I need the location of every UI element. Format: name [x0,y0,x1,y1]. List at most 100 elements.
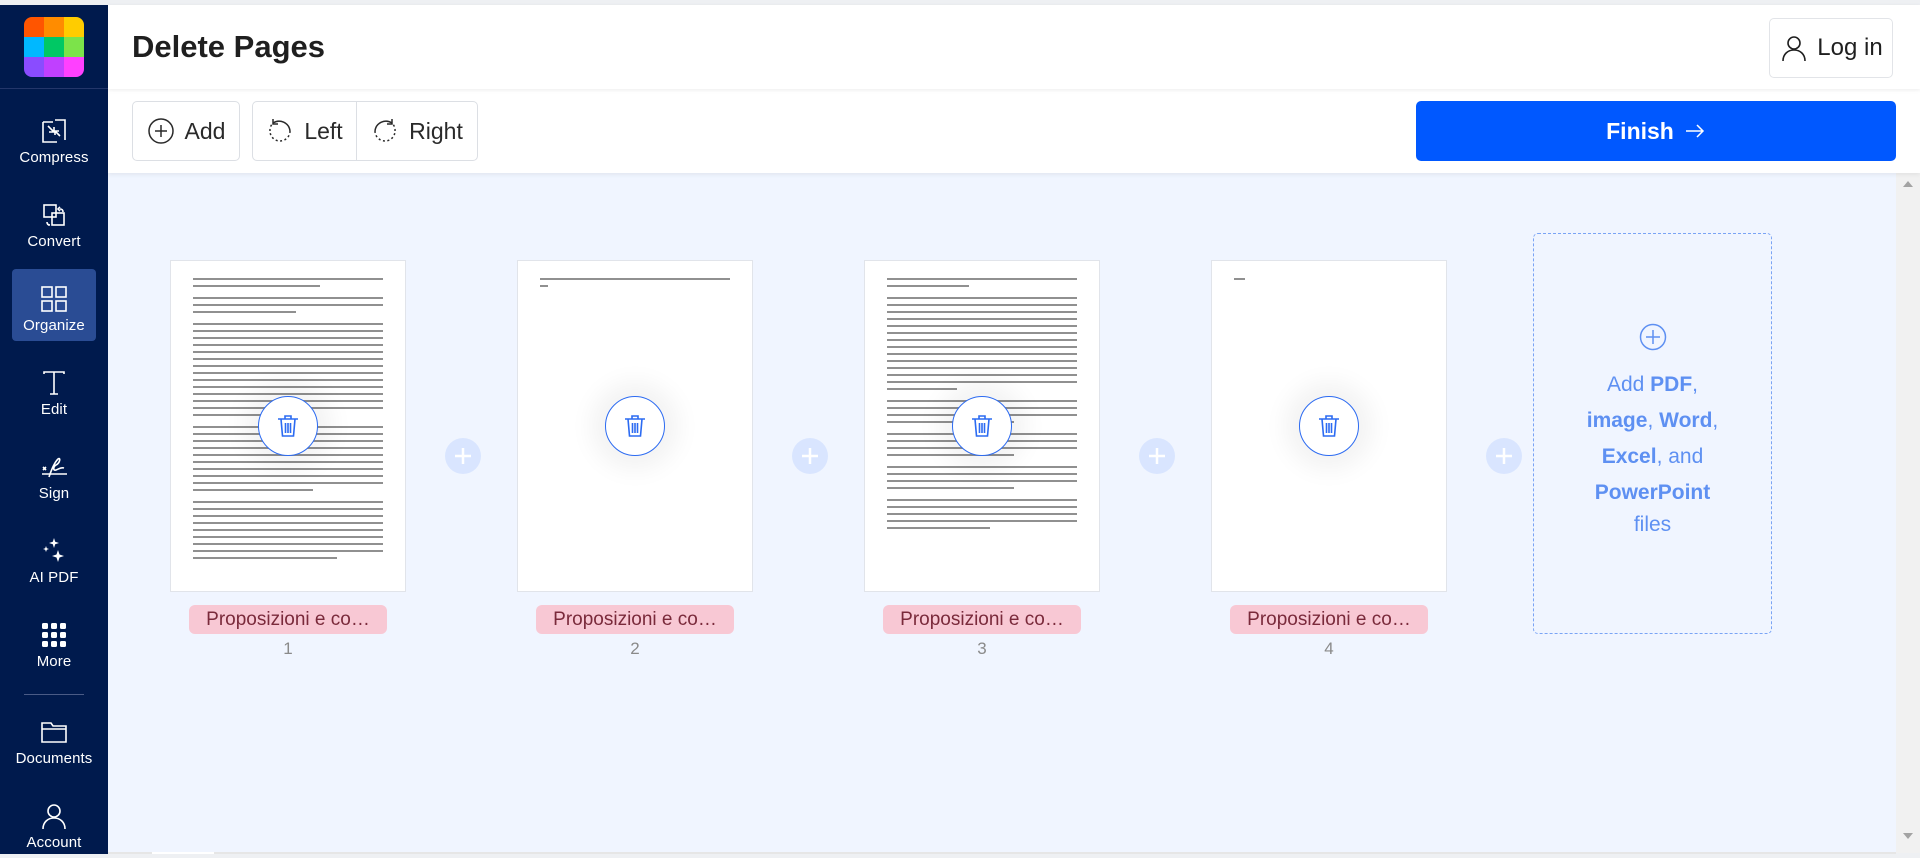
text-line [887,297,1077,299]
text-line [193,297,383,299]
arrow-right-icon [1685,124,1704,138]
insert-page-button[interactable] [1139,438,1175,474]
logo-tile [64,37,84,57]
text-line [887,346,1077,348]
rotate-right-label: Right [409,117,463,144]
scroll-down-arrow-icon[interactable] [1903,833,1913,839]
text-line [193,557,338,559]
dropzone-text-line: Add PDF, [1606,372,1699,396]
add-label: Add [184,117,226,144]
sidebar-item-label: More [36,653,72,670]
text-line [887,332,1077,334]
text-line [193,386,383,388]
plus-circle-icon [1639,323,1666,350]
dropzone-text-line: image, Word, [1586,408,1719,432]
dropzone-text-line: Excel, and [1601,444,1704,468]
text-line [193,285,321,287]
edit-text-icon [43,371,65,395]
login-label: Log in [1817,34,1883,61]
text-line [193,351,383,353]
sparkles-icon [43,538,64,562]
sidebar-separator [24,694,84,695]
text-line [193,372,383,374]
trash-icon [278,415,298,437]
plus-icon [455,448,471,464]
page-number: 2 [630,639,640,658]
text-line [1234,278,1246,280]
text-line [887,285,969,287]
delete-page-button[interactable] [605,396,665,456]
trash-icon [972,415,992,437]
toolbar: Add Left Right Finish [108,89,1920,173]
text-line [887,311,1077,313]
delete-page-button[interactable] [952,396,1012,456]
rotate-left-button[interactable]: Left [253,102,357,160]
delete-page-button[interactable] [1299,396,1359,456]
finish-button[interactable]: Finish [1416,101,1896,161]
text-line [193,550,383,552]
sidebar-item-ai-pdf[interactable]: AI PDF [12,521,96,593]
text-line [887,466,1077,468]
sidebar-item-organize[interactable]: Organize [12,269,96,341]
scroll-up-arrow-icon[interactable] [1903,181,1913,187]
text-line [887,499,1077,501]
text-line [193,543,383,545]
login-button[interactable]: Log in [1769,18,1893,78]
text-line [193,522,383,524]
text-line [887,527,990,529]
text-line [887,278,1077,280]
app-logo[interactable] [24,17,84,77]
logo-tile [64,57,84,77]
text-line [887,325,1077,327]
text-line [887,318,1077,320]
sidebar-item-documents[interactable]: Documents [12,702,96,774]
plus-icon [1149,448,1165,464]
signature-icon [42,457,67,478]
sidebar-item-account[interactable]: Account [12,786,96,858]
sidebar-item-compress[interactable]: Compress [12,101,96,173]
text-line [887,487,1015,489]
logo-tile [64,17,84,37]
logo-tile [44,37,64,57]
sidebar-item-convert[interactable]: Convert [12,185,96,257]
delete-page-button[interactable] [258,396,318,456]
text-line [887,339,1077,341]
text-line [887,513,1077,515]
grid-dots-icon [42,623,66,647]
text-line [887,480,1077,482]
page-number: 1 [283,639,293,658]
text-line [887,506,1077,508]
add-file-button[interactable]: Add [132,101,240,161]
text-line [193,475,383,477]
page-content [540,273,730,287]
sidebar-item-label: Account [26,834,82,851]
organize-icon [41,286,67,312]
text-line [193,515,383,517]
text-line [193,358,383,360]
page-content [1234,273,1424,280]
text-line [193,482,383,484]
user-icon [1782,36,1807,62]
text-line [887,520,1077,522]
trash-icon [1319,415,1339,437]
plus-icon [1496,448,1512,464]
insert-page-button[interactable] [445,438,481,474]
text-line [193,468,383,470]
sidebar-item-edit[interactable]: Edit [12,353,96,425]
insert-page-button[interactable] [792,438,828,474]
sidebar-item-more[interactable]: More [12,605,96,677]
file-name-badge: Proposizioni e co… [189,605,387,634]
text-line [193,393,383,395]
insert-page-button[interactable] [1486,438,1522,474]
dropzone-text-line: files [1633,512,1672,536]
convert-icon [43,204,65,226]
vertical-scrollbar[interactable] [1896,173,1920,853]
file-name-badge: Proposizioni e co… [536,605,734,634]
page-number: 4 [1324,639,1334,658]
text-line [887,353,1077,355]
add-files-dropzone[interactable]: Add PDF, image, Word, Excel, and PowerPo… [1533,233,1772,634]
sidebar-item-label: Organize [23,317,85,334]
sidebar-item-sign[interactable]: Sign [12,437,96,509]
page-number: 3 [977,639,987,658]
rotate-right-button[interactable]: Right [357,102,477,160]
